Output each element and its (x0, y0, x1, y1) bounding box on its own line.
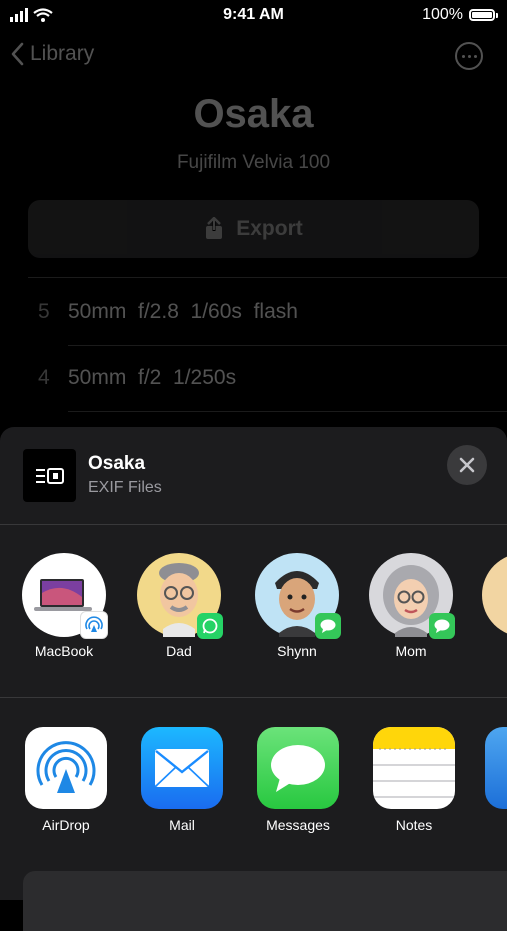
person-partial[interactable] (482, 553, 507, 637)
shot-details: 50mm f/2 1/250s (68, 366, 237, 389)
shot-details: 50mm f/2.8 1/60s flash (68, 300, 298, 323)
dad-avatar (137, 553, 223, 639)
app-airdrop[interactable]: AirDrop (21, 727, 111, 833)
messages-badge-icon (429, 613, 455, 639)
export-label: Export (236, 217, 303, 240)
app-label: Notes (395, 817, 433, 833)
mail-icon (141, 727, 223, 809)
status-bar: 9:41 AM 100% (0, 0, 507, 30)
person-shynn[interactable]: Shynn (252, 553, 342, 659)
airdrop-icon (25, 727, 107, 809)
app-label: Messages (266, 817, 330, 833)
app-partial[interactable] (485, 727, 507, 809)
partial-avatar (482, 553, 507, 637)
app-label: AirDrop (42, 817, 90, 833)
macbook-avatar (22, 553, 108, 639)
close-icon (459, 457, 475, 473)
film-roll-icon (35, 467, 64, 484)
back-button[interactable]: Library (10, 42, 94, 66)
messages-icon (257, 727, 339, 809)
separator (0, 697, 507, 698)
shot-number: 4 (38, 366, 50, 389)
roll-title: Osaka (193, 92, 314, 136)
divider (68, 411, 507, 412)
people-suggestions-row: MacBook Dad Shynn Mom (0, 553, 507, 663)
actions-list-top[interactable] (23, 871, 507, 931)
person-name: Mom (395, 643, 427, 659)
apps-row: AirDrop Mail Messages Notes (0, 727, 507, 837)
shot-number: 5 (38, 300, 50, 323)
app-notes[interactable]: Notes (369, 727, 459, 833)
app-messages[interactable]: Messages (253, 727, 343, 833)
share-title: Osaka (88, 453, 146, 474)
partial-app-icon (485, 727, 507, 809)
close-button[interactable] (447, 445, 487, 485)
divider (28, 277, 507, 278)
mom-avatar (369, 553, 455, 639)
battery-percent: 100% (422, 6, 463, 23)
person-name: Dad (166, 643, 192, 659)
airdrop-badge-icon (80, 611, 108, 639)
messages-badge-icon (315, 613, 341, 639)
document-thumbnail (23, 449, 76, 502)
separator (0, 524, 507, 525)
film-name: Fujifilm Velvia 100 (176, 152, 331, 173)
share-sheet-header: Osaka EXIF Files (0, 427, 507, 524)
back-label: Library (30, 42, 95, 65)
more-options-icon[interactable] (455, 42, 483, 70)
shot-row[interactable]: 5 50mm f/2.8 1/60s flash (38, 292, 507, 332)
person-mom[interactable]: Mom (366, 553, 456, 659)
share-subtitle: EXIF Files (88, 479, 162, 496)
shynn-avatar (255, 553, 341, 639)
person-name: MacBook (34, 643, 94, 659)
export-button[interactable]: Export (28, 200, 479, 258)
battery-icon (469, 9, 498, 21)
divider (68, 345, 507, 346)
app-label: Mail (169, 817, 195, 833)
share-icon (206, 217, 223, 239)
whatsapp-badge-icon (197, 613, 223, 639)
notes-icon (373, 727, 455, 809)
person-macbook[interactable]: MacBook (19, 553, 109, 659)
chevron-left-icon (11, 42, 24, 66)
person-name: Shynn (277, 643, 317, 659)
app-mail[interactable]: Mail (137, 727, 227, 833)
shot-row[interactable]: 4 50mm f/2 1/250s (38, 358, 507, 398)
person-dad[interactable]: Dad (134, 553, 224, 659)
share-sheet: Osaka EXIF Files MacBook Dad Shynn Mom A… (0, 427, 507, 931)
battery-status: 100% (422, 6, 498, 24)
